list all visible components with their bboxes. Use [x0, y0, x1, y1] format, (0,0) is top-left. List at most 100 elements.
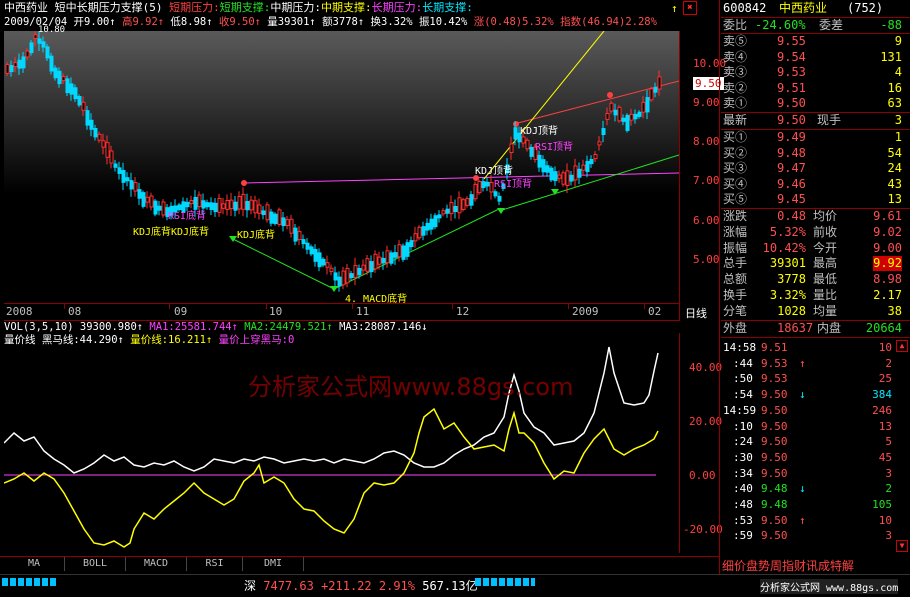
tick-time: :48	[733, 498, 753, 511]
candle-body	[297, 231, 302, 241]
tick-row: :24 9.50 5	[721, 434, 910, 449]
tab-rsi[interactable]: RSI	[187, 557, 243, 571]
weibi-value: -24.60%	[755, 18, 806, 32]
candle-body	[249, 199, 254, 211]
stat-label2: 均量	[813, 303, 838, 318]
tick-arrow: ↓	[799, 388, 806, 402]
sell-label: 卖②	[723, 80, 748, 95]
candle-body	[453, 205, 458, 213]
index-pct: 2.91%	[378, 579, 415, 593]
vol-ma3: MA3:28087.146↓	[339, 321, 428, 333]
indicator-axis: 40.00 20.00 0.00 -20.00	[681, 333, 723, 553]
tab-dmi[interactable]: DMI	[243, 557, 304, 571]
tab-ma[interactable]: MA	[4, 557, 65, 571]
sell-price: 9.50	[777, 96, 806, 111]
candle-body	[437, 214, 442, 219]
price-tick: 6.00	[693, 214, 720, 227]
candle-body	[101, 140, 106, 148]
candle-body	[17, 59, 22, 69]
candle-body	[81, 101, 86, 111]
footer-tabs[interactable]: 细价盘势周指财讯成特解	[722, 557, 854, 574]
candle-body	[525, 139, 530, 150]
tick-price: 9.50	[761, 513, 788, 527]
candles-group	[5, 31, 662, 292]
stat-value2: 8.98	[873, 272, 902, 287]
quote-line: 2009/02/04 开9.00↑ 高9.92↑ 低8.98↑ 收9.50↑ 量…	[4, 15, 657, 29]
stat-value: 3.32%	[769, 288, 806, 302]
stat-label2: 今开	[813, 240, 838, 255]
stat-value: 5.32%	[769, 224, 806, 239]
candle-body	[593, 154, 598, 160]
stock-code: 600842	[723, 1, 767, 15]
footer-site[interactable]: 分析家公式网 www.88gs.com	[760, 579, 899, 594]
candle-body	[625, 114, 630, 131]
gear-icon[interactable]: ✖	[683, 1, 697, 15]
candle-body	[557, 174, 562, 179]
candle-body	[429, 218, 434, 230]
time-tick: 10	[269, 305, 283, 318]
time-tick: 08	[68, 305, 82, 318]
indicator-tick: 0.00	[689, 469, 716, 482]
stat-row: 总额 3778 最低 8.98	[721, 272, 906, 287]
tick-row: 14:59 9.50 246	[721, 403, 910, 418]
candle-body	[345, 267, 350, 284]
buy-row: 买② 9.48 54	[721, 146, 906, 161]
candle-body	[445, 208, 450, 214]
tick-row: :30 9.50 45	[721, 450, 910, 465]
up-arrow-icon[interactable]: ↑	[671, 2, 678, 15]
scroll-down-icon[interactable]: ▼	[896, 540, 908, 552]
candle-body	[457, 197, 462, 214]
candle-body	[241, 193, 246, 210]
stat-value: 1028	[777, 303, 806, 318]
candle-body	[209, 202, 214, 210]
candle-body	[317, 252, 322, 268]
tick-vol: 3	[885, 529, 892, 543]
tab-boll[interactable]: BOLL	[65, 557, 126, 571]
candle-body	[69, 83, 74, 95]
candlestick-chart[interactable]: 10.80 RSI底背 KDJ底背 KDJ底背 KDJ底背 4. MACD底背 …	[4, 25, 679, 305]
weicha-value: -88	[880, 18, 902, 32]
tick-vol: 2	[885, 356, 892, 370]
candle-body	[549, 167, 554, 181]
indicator-tick: 20.00	[689, 415, 723, 428]
tick-price: 9.50	[761, 529, 788, 543]
candle-body	[121, 170, 126, 183]
weibi-label: 委比	[723, 18, 748, 32]
last-label: 最新	[723, 113, 748, 127]
candle-body	[329, 267, 334, 273]
candle-body	[545, 165, 550, 173]
tick-price: 9.48	[761, 482, 788, 496]
candle-body	[585, 160, 590, 173]
candle-body	[25, 50, 30, 58]
stat-value2: 9.02	[873, 224, 902, 239]
tick-row: :34 9.50 3	[721, 466, 910, 481]
annotation-kdj-bottom: KDJ底背	[171, 227, 210, 238]
indicator-panel[interactable]: 分析家公式网www.88gs.com	[4, 333, 679, 553]
tick-row: :54 9.50 ↓ 384	[721, 387, 910, 402]
scroll-up-icon[interactable]: ▲	[896, 340, 908, 352]
market-index: 深 7477.63 +211.22 2.91% 567.13亿	[244, 577, 478, 594]
tick-arrow: ↑	[799, 356, 806, 370]
candle-body	[653, 87, 658, 93]
time-tick: 09	[174, 305, 188, 318]
annotation-rsi-top: RSI顶背	[494, 179, 533, 190]
sell-row: 卖③ 9.53 4	[721, 65, 906, 80]
stat-value2: 9.61	[873, 209, 902, 223]
tab-macd[interactable]: MACD	[126, 557, 187, 571]
candle-body	[333, 272, 338, 281]
candle-body	[605, 112, 610, 120]
sell-label: 卖⑤	[723, 34, 748, 48]
tick-vol: 5	[885, 435, 892, 449]
candle-body	[393, 252, 398, 258]
candle-body	[561, 172, 566, 185]
time-tick: 02	[648, 305, 662, 318]
period-label[interactable]: 日线	[685, 305, 707, 321]
buy-price: 9.49	[777, 130, 806, 144]
tick-vol: 10	[878, 341, 892, 354]
sell-price: 9.53	[777, 65, 806, 80]
index-change: +211.22	[321, 579, 372, 593]
tick-vol: 105	[872, 498, 892, 511]
indicator-title[interactable]: 短中长期压力支撑(5)	[55, 1, 163, 14]
candle-body	[261, 210, 266, 216]
annotation-kdj-top: KDJ顶背	[520, 126, 559, 137]
